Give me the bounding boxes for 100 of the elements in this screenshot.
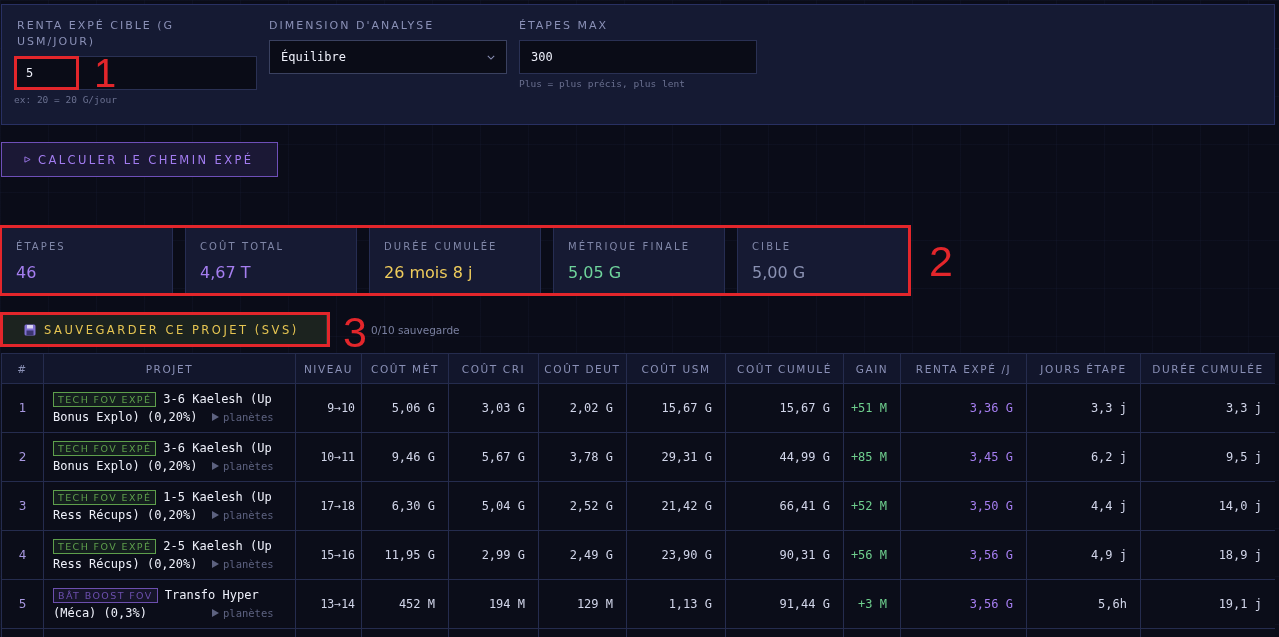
column-header: RENTA EXPÉ /J	[900, 353, 1027, 384]
table-cell: 3,03 G	[448, 383, 539, 433]
planets-toggle[interactable]: planètes	[212, 607, 274, 619]
table-cell: 15,67 G	[725, 383, 844, 433]
field-hint: Plus = plus précis, plus lent	[519, 78, 685, 89]
table-cell: +56 M	[843, 530, 901, 580]
table-cell: 66,41 G	[725, 481, 844, 531]
field-label: DIMENSION D'ANALYSE	[269, 18, 435, 34]
table-cell: 11,95 G	[361, 530, 449, 580]
table-cell: 3,45 G	[900, 432, 1027, 482]
annotation-number: 2	[929, 240, 953, 283]
category-tag: TECH FOV EXPÉ	[53, 440, 157, 456]
table-cell: 13→14	[295, 579, 362, 629]
project-name: 1-5 Kaelesh (Up	[163, 490, 272, 504]
stat-label: COÛT TOTAL	[200, 240, 285, 254]
triangle-icon	[212, 462, 219, 470]
table-cell: 2,52 G	[538, 481, 627, 531]
stat-value: 5,00 G	[752, 263, 806, 283]
table-cell: 5,67 G	[448, 432, 539, 482]
project-name: 3-6 Kaelesh (Up	[163, 392, 272, 406]
column-header: DURÉE CUMULÉE	[1140, 353, 1275, 384]
column-header: JOURS ÉTAPE	[1026, 353, 1141, 384]
annotation-number: 3	[343, 311, 367, 354]
table-cell: 10→11	[295, 432, 362, 482]
column-header: COÛT CRI	[448, 353, 539, 384]
table-cell: 6,30 G	[361, 481, 449, 531]
table-cell: 29,31 G	[626, 432, 726, 482]
triangle-icon	[212, 609, 219, 617]
annotation-number: 1	[94, 57, 117, 89]
category-tag: TECH FOV EXPÉ	[53, 489, 157, 505]
table-cell: 129 M	[538, 579, 627, 629]
column-header: PROJET	[43, 353, 296, 384]
table-cell: 2,99 G	[448, 530, 539, 580]
table-cell: 9,46 G	[361, 432, 449, 482]
table-cell: 90,31 G	[725, 530, 844, 580]
column-header: COÛT MÉT	[361, 353, 449, 384]
category-tag: BÂT BOOST FOV	[53, 587, 158, 603]
input-field[interactable]: 300	[519, 40, 757, 74]
table-cell: 1,13 G	[626, 579, 726, 629]
project-name: Transfo Hyper	[164, 588, 259, 602]
planets-toggle[interactable]: planètes	[212, 411, 274, 423]
triangle-icon	[212, 511, 219, 519]
table-cell: +85 M	[843, 432, 901, 482]
table-cell: 21,42 G	[626, 481, 726, 531]
input-field[interactable]: 5 1	[14, 56, 257, 90]
column-header: COÛT USM	[626, 353, 726, 384]
save-count: 0/10 sauvegarde	[371, 323, 460, 336]
triangle-icon	[212, 560, 219, 568]
column-header: #	[1, 353, 44, 384]
stat-value: 26 mois 8 j	[384, 263, 473, 283]
stat-value: 46	[16, 263, 37, 283]
row-number: 3	[1, 481, 44, 531]
project-name: Ress Récups) (0,20%)	[53, 508, 199, 522]
chevron-down-icon	[487, 54, 495, 60]
stat-value: 4,67 T	[200, 263, 251, 283]
project-name: 2-5 Kaelesh (Up	[163, 539, 272, 553]
category-tag: TECH FOV EXPÉ	[53, 538, 157, 554]
stat-label: MÉTRIQUE FINALE	[568, 240, 691, 254]
column-header: NIVEAU	[295, 353, 362, 384]
project-name: 3-6 Kaelesh (Up	[163, 441, 272, 455]
calculate-button[interactable]: CALCULER LE CHEMIN EXPÉ	[1, 142, 278, 177]
analysis-select[interactable]: Équilibre	[269, 40, 507, 74]
table-cell: 5,04 G	[448, 481, 539, 531]
project-name: (Méca) (0,3%)	[53, 606, 148, 620]
field-label: RENTA EXPÉ CIBLE (G USM/JOUR)	[16, 18, 176, 50]
project-name: Bonus Explo) (0,20%)	[53, 410, 199, 424]
category-tag: TECH FOV EXPÉ	[53, 391, 157, 407]
planets-toggle[interactable]: planètes	[212, 558, 274, 570]
play-icon	[24, 156, 31, 163]
table-cell: 5,6h	[1026, 579, 1141, 629]
table-cell: 91,44 G	[725, 579, 844, 629]
table-cell: 4,4 j	[1026, 481, 1141, 531]
table-cell: 6,2 j	[1026, 432, 1141, 482]
annotation-box	[14, 56, 79, 90]
triangle-icon	[212, 413, 219, 421]
table-cell: 3,36 G	[900, 383, 1027, 433]
planets-toggle[interactable]: planètes	[212, 509, 274, 521]
stat-label: DURÉE CUMULÉE	[384, 240, 498, 254]
table-cell: 17→18	[295, 481, 362, 531]
table-cell: 3,56 G	[900, 579, 1027, 629]
table-cell: +3 M	[843, 579, 901, 629]
row-number: 4	[1, 530, 44, 580]
table-cell: 5,06 G	[361, 383, 449, 433]
field-label: ÉTAPES MAX	[519, 18, 608, 34]
table-cell: 15,67 G	[626, 383, 726, 433]
table-cell: 3,56 G	[900, 530, 1027, 580]
planets-toggle[interactable]: planètes	[212, 460, 274, 472]
table-cell: 9→10	[295, 383, 362, 433]
column-header: COÛT CUMULÉ	[725, 353, 844, 384]
table-cell: 3,78 G	[538, 432, 627, 482]
row-number: 1	[1, 383, 44, 433]
column-header: GAIN	[843, 353, 901, 384]
field-hint: ex: 20 = 20 G/jour	[14, 94, 117, 105]
table-cell: 23,90 G	[626, 530, 726, 580]
table-cell: +51 M	[843, 383, 901, 433]
table-cell: 3,3 j	[1026, 383, 1141, 433]
project-name: Bonus Explo) (0,20%)	[53, 459, 199, 473]
table-cell: 15→16	[295, 530, 362, 580]
project-name: Ress Récups) (0,20%)	[53, 557, 199, 571]
table-cell: 3,50 G	[900, 481, 1027, 531]
